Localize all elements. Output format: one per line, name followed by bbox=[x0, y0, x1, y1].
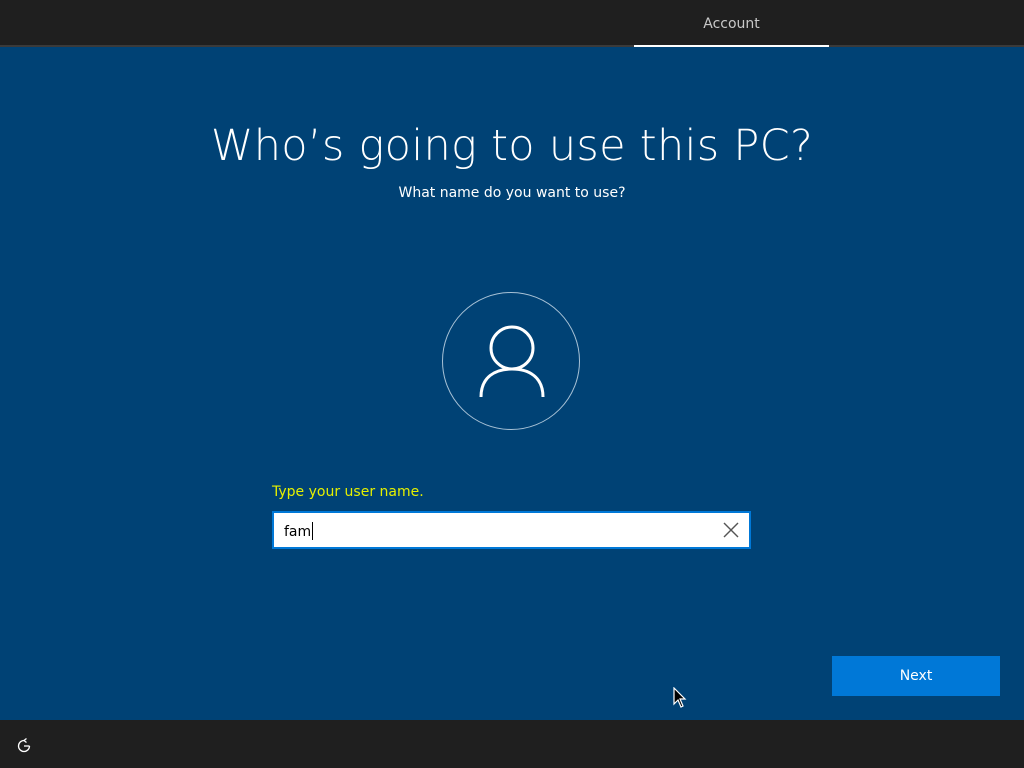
username-label: Type your user name. bbox=[272, 484, 424, 500]
setup-page: Who’s going to use this PC? What name do… bbox=[0, 47, 1024, 720]
next-button[interactable]: Next bbox=[832, 656, 1000, 696]
mouse-pointer-icon bbox=[673, 686, 687, 713]
page-subtitle: What name do you want to use? bbox=[398, 185, 626, 201]
text-caret bbox=[312, 522, 314, 540]
ease-of-access-icon bbox=[17, 737, 31, 753]
avatar bbox=[442, 292, 580, 430]
close-icon bbox=[723, 522, 739, 538]
ease-of-access-button[interactable] bbox=[14, 736, 34, 756]
bottom-bar bbox=[0, 720, 1024, 768]
username-input[interactable]: fam bbox=[272, 511, 751, 549]
top-bar: Account bbox=[0, 0, 1024, 47]
username-input-text: fam bbox=[284, 522, 314, 540]
user-icon bbox=[479, 325, 545, 398]
username-input-value: fam bbox=[284, 524, 312, 540]
clear-input-button[interactable] bbox=[721, 520, 741, 540]
page-title: Who’s going to use this PC? bbox=[210, 121, 814, 171]
tab-account: Account bbox=[703, 16, 760, 32]
